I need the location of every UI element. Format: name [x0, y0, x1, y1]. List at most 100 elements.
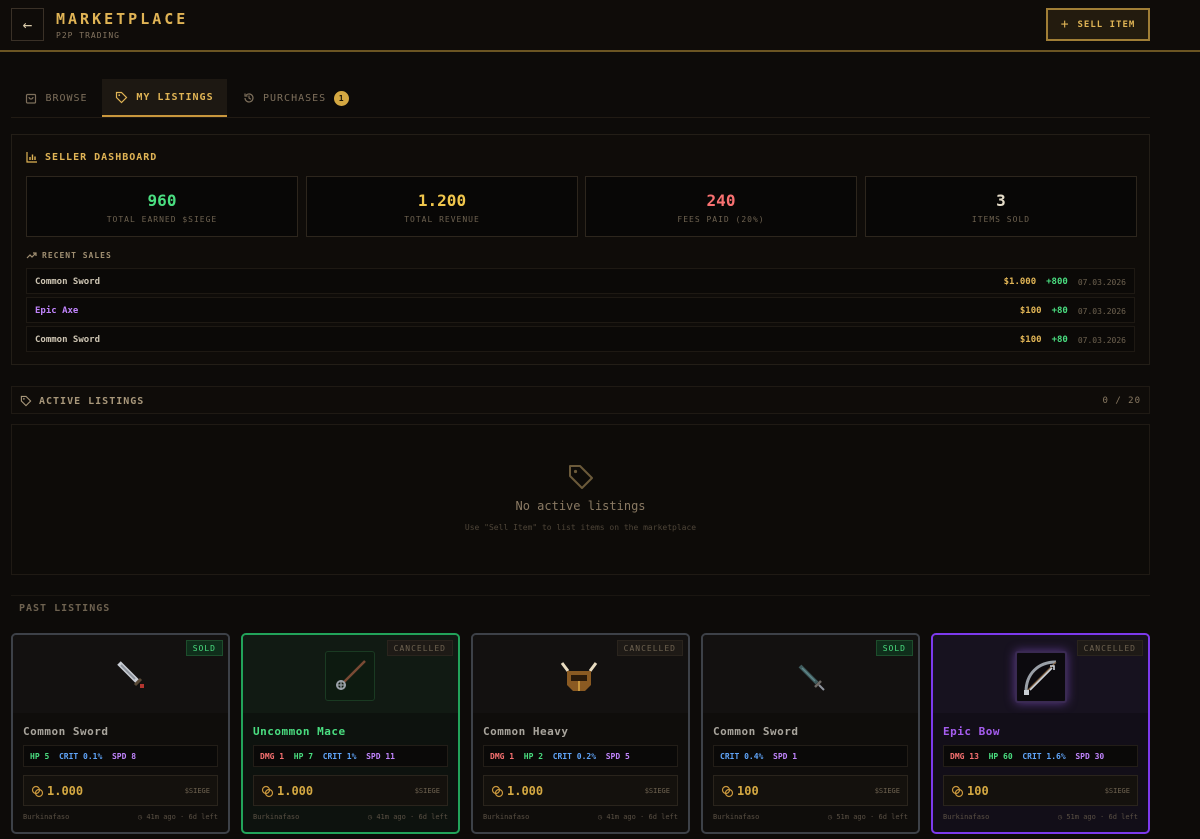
- stat-key: SPD: [366, 752, 381, 761]
- stat-key: CRIT: [552, 752, 572, 761]
- stat-key: DMG: [260, 752, 275, 761]
- recent-sales-title: RECENT SALES: [26, 251, 112, 260]
- coins-icon: [261, 785, 274, 798]
- sale-earned: +80: [1051, 335, 1068, 345]
- stat-val: 1.6%: [1046, 752, 1066, 761]
- price-box: 100 $SIEGE: [713, 775, 908, 806]
- active-listings-header[interactable]: ACTIVE LISTINGS 0 / 20: [11, 386, 1150, 414]
- sale-earned: +800: [1046, 277, 1068, 287]
- sale-price: $100: [1019, 306, 1042, 316]
- plus-icon: +: [1060, 17, 1070, 32]
- listing-card[interactable]: SOLD Common Sword CRIT 0.4% SPD 1 100 $S…: [701, 633, 920, 834]
- bow-icon: [1024, 660, 1057, 695]
- stat-val: 5: [44, 752, 50, 761]
- tab-label: PURCHASES: [263, 92, 327, 104]
- stat-key: CRIT: [322, 752, 342, 761]
- stat-val: 30: [1094, 752, 1105, 761]
- stat-val: 0.1%: [83, 752, 103, 761]
- stat-key: SPD: [773, 752, 788, 761]
- stat-label: ITEMS SOLD: [971, 215, 1031, 224]
- sale-row: Common Sword $100 +80 07.03.2026: [26, 326, 1135, 352]
- tab-my-listings[interactable]: MY LISTINGS: [102, 79, 227, 117]
- seller-dashboard: SELLER DASHBOARD 960 TOTAL EARNED $SIEGE…: [11, 134, 1150, 365]
- item-price: 100: [967, 784, 989, 798]
- listing-card[interactable]: CANCELLED Uncommon Mace DMG 1 HP 7 CRIT …: [241, 633, 460, 834]
- stat-value: 960: [147, 191, 177, 210]
- tab-browse[interactable]: BROWSE: [11, 79, 102, 117]
- mace-icon: [336, 660, 366, 690]
- stat-val: 7: [308, 752, 314, 761]
- stat-key: SPD: [111, 752, 127, 761]
- sale-item-name: Common Sword: [35, 277, 101, 287]
- stat-value: 240: [706, 191, 736, 210]
- empty-state-title: No active listings: [515, 499, 646, 513]
- bar-chart-icon: [26, 152, 37, 163]
- stat-key: CRIT: [1022, 752, 1042, 761]
- listing-card[interactable]: CANCELLED Common Heavy DMG 1 HP 2 CRIT 0…: [471, 633, 690, 834]
- back-button[interactable]: ←: [11, 8, 44, 41]
- stat-label: FEES PAID (20%): [677, 215, 765, 224]
- listing-card[interactable]: CANCELLED Epic Bow DMG 13 HP 60 CRIT 1.6…: [931, 633, 1150, 834]
- stat-items-sold: 3 ITEMS SOLD: [865, 176, 1137, 237]
- tab-bar: BROWSE MY LISTINGS PURCHASES 1: [11, 79, 1150, 118]
- coins-icon: [491, 785, 504, 798]
- sell-item-button[interactable]: + SELL ITEM: [1046, 8, 1150, 41]
- stat-val: 0.2%: [576, 752, 597, 761]
- seller-name: Burkinafaso: [253, 813, 300, 821]
- purchases-count-badge: 1: [334, 90, 350, 106]
- tab-label: BROWSE: [45, 92, 88, 104]
- tab-label: MY LISTINGS: [136, 91, 214, 103]
- recent-sales-label: RECENT SALES: [42, 251, 112, 260]
- item-name: Common Heavy: [483, 725, 569, 738]
- stat-label: TOTAL REVENUE: [404, 215, 480, 224]
- listing-time: 51m ago · 6d left: [836, 813, 908, 821]
- seller-name: Burkinafaso: [943, 813, 990, 821]
- stat-val: 2: [538, 752, 544, 761]
- header: ← MARKETPLACE P2P TRADING + SELL ITEM: [0, 0, 1200, 52]
- sale-item-name: Common Sword: [35, 335, 101, 345]
- coins-icon: [31, 785, 44, 798]
- stat-key: HP: [523, 752, 534, 761]
- stat-label: TOTAL EARNED $SIEGE: [106, 215, 218, 224]
- card-footer: Burkinafaso ◷ 51m ago · 6d left: [943, 813, 1138, 821]
- price-box: 1.000 $SIEGE: [483, 775, 678, 806]
- sell-item-label: SELL ITEM: [1077, 19, 1136, 30]
- stat-key: SPD: [1075, 752, 1090, 761]
- currency: $SIEGE: [874, 787, 900, 795]
- stat-val: 0.4%: [744, 752, 764, 761]
- tab-purchases[interactable]: PURCHASES 1: [243, 79, 353, 117]
- stat-val: 1: [509, 752, 515, 761]
- tag-icon: [20, 395, 32, 407]
- item-stats: DMG 1 HP 7 CRIT 1% SPD 11: [253, 745, 448, 767]
- empty-state-hint: Use "Sell Item" to list items on the mar…: [464, 523, 697, 532]
- item-stats: DMG 1 HP 2 CRIT 0.2% SPD 5: [483, 745, 678, 767]
- dashboard-title: SELLER DASHBOARD: [26, 151, 157, 163]
- price-box: 1.000 $SIEGE: [23, 775, 218, 806]
- stat-value: 3: [996, 191, 1006, 210]
- stat-key: DMG: [950, 752, 965, 761]
- stat-val: 8: [131, 752, 137, 761]
- status-badge: SOLD: [185, 640, 223, 656]
- item-price: 1.000: [507, 784, 544, 798]
- stat-val: 11: [385, 752, 395, 761]
- currency: $SIEGE: [184, 787, 210, 795]
- stat-value: 1.200: [417, 191, 467, 210]
- stat-val: 60: [1003, 752, 1013, 761]
- sale-item-name: Epic Axe: [35, 306, 79, 316]
- card-footer: Burkinafaso ◷ 41m ago · 6d left: [483, 813, 678, 821]
- active-listings-title: ACTIVE LISTINGS: [20, 395, 144, 407]
- sale-row: Common Sword $1.000 +800 07.03.2026: [26, 268, 1135, 294]
- stat-val: 1: [279, 752, 285, 761]
- item-name: Common Sword: [713, 725, 799, 738]
- active-listings-count: 0 / 20: [1102, 396, 1141, 406]
- coins-icon: [721, 785, 734, 798]
- listing-time: 51m ago · 6d left: [1066, 813, 1138, 821]
- item-stats: CRIT 0.4% SPD 1: [713, 745, 908, 767]
- listing-card[interactable]: SOLD Common Sword HP 5 CRIT 0.1% SPD 8 1…: [11, 633, 230, 834]
- tag-icon: [116, 91, 128, 103]
- stat-key: HP: [30, 752, 40, 761]
- stat-key: CRIT: [58, 752, 79, 761]
- stat-key: SPD: [605, 752, 621, 761]
- status-badge: CANCELLED: [1076, 640, 1143, 656]
- listing-time: 41m ago · 6d left: [376, 813, 448, 821]
